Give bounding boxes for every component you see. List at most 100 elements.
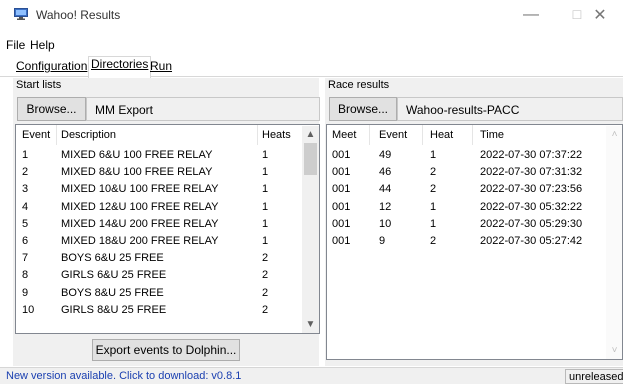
column-header-meet[interactable]: Meet: [332, 125, 356, 145]
event-cell: 4: [22, 200, 29, 213]
start-lists-table[interactable]: Event Description Heats 1 MIXED 6&U 100 F…: [15, 124, 320, 334]
event-cell: 8: [22, 269, 29, 282]
description-cell: GIRLS 6&U 25 FREE: [61, 269, 167, 282]
start-lists-scrollbar[interactable]: ▲ ▼: [302, 126, 319, 333]
table-row[interactable]: 2 MIXED 8&U 100 FREE RELAY 1: [16, 164, 319, 181]
table-row[interactable]: 9 BOYS 8&U 25 FREE 2: [16, 285, 319, 302]
event-cell: 12: [379, 200, 392, 213]
heat-cell: 1: [430, 149, 437, 161]
table-row[interactable]: 001 49 1 2022-07-30 07:37:22: [327, 147, 622, 164]
heats-cell: 2: [262, 269, 269, 282]
column-divider[interactable]: [257, 125, 258, 145]
minimize-icon: —: [523, 6, 539, 23]
table-row[interactable]: 001 10 1 2022-07-30 05:29:30: [327, 216, 622, 233]
meet-cell: 001: [332, 200, 351, 213]
menu-file[interactable]: File: [6, 38, 25, 52]
column-divider[interactable]: [56, 125, 57, 145]
start-lists-path-field[interactable]: MM Export: [86, 97, 320, 121]
start-lists-browse-button[interactable]: Browse...: [17, 97, 86, 121]
event-cell: 6: [22, 235, 29, 247]
column-divider[interactable]: [472, 125, 473, 145]
race-results-path-field[interactable]: Wahoo-results-PACC: [397, 97, 623, 121]
meet-cell: 001: [332, 235, 351, 247]
column-header-event[interactable]: Event: [379, 125, 407, 145]
time-cell: 2022-07-30 07:31:32: [480, 166, 583, 179]
heats-cell: 1: [262, 183, 269, 196]
race-results-header: Meet Event Heat Time: [327, 125, 622, 145]
column-header-time[interactable]: Time: [480, 125, 504, 145]
heat-cell: 1: [430, 200, 437, 213]
column-header-heats[interactable]: Heats: [262, 125, 291, 145]
race-results-scrollbar[interactable]: ˄ ˅: [606, 126, 622, 359]
event-cell: 9: [22, 286, 29, 299]
menu-help[interactable]: Help: [30, 38, 55, 52]
column-header-heat[interactable]: Heat: [430, 125, 453, 145]
race-results-label: Race results: [328, 79, 390, 91]
description-cell: MIXED 18&U 200 FREE RELAY: [61, 235, 219, 247]
column-divider[interactable]: [422, 125, 423, 145]
start-lists-label: Start lists: [16, 79, 62, 91]
status-bar: New version available. Click to download…: [0, 367, 623, 384]
tab-configuration[interactable]: Configuration: [14, 59, 89, 76]
heats-cell: 1: [262, 217, 269, 230]
chevron-up-icon[interactable]: ˄: [606, 126, 622, 143]
event-cell: 49: [379, 149, 392, 161]
event-cell: 10: [379, 217, 392, 230]
update-available-link[interactable]: New version available. Click to download…: [6, 368, 241, 384]
time-cell: 2022-07-30 07:37:22: [480, 149, 583, 161]
heat-cell: 1: [430, 217, 437, 230]
table-row[interactable]: 5 MIXED 14&U 200 FREE RELAY 1: [16, 216, 319, 233]
close-icon: ✕: [593, 7, 607, 24]
description-cell: MIXED 10&U 100 FREE RELAY: [61, 183, 219, 196]
heats-cell: 1: [262, 149, 269, 161]
table-row[interactable]: 3 MIXED 10&U 100 FREE RELAY 1: [16, 181, 319, 198]
heats-cell: 2: [262, 286, 269, 299]
event-cell: 44: [379, 183, 392, 196]
scrollbar-thumb[interactable]: [304, 143, 317, 175]
title-bar[interactable]: Wahoo! Results — ☐ ✕: [0, 0, 623, 30]
time-cell: 2022-07-30 07:23:56: [480, 183, 583, 196]
chevron-up-icon[interactable]: ▲: [302, 126, 319, 143]
heats-cell: 2: [262, 252, 269, 265]
heat-cell: 2: [430, 235, 437, 247]
heats-cell: 1: [262, 235, 269, 247]
tab-directories[interactable]: Directories: [88, 56, 152, 79]
tab-run[interactable]: Run: [148, 59, 174, 76]
table-row[interactable]: 001 44 2 2022-07-30 07:23:56: [327, 181, 622, 198]
column-divider[interactable]: [369, 125, 370, 145]
event-cell: 5: [22, 217, 29, 230]
table-row[interactable]: 001 9 2 2022-07-30 05:27:42: [327, 233, 622, 250]
meet-cell: 001: [332, 149, 351, 161]
table-row[interactable]: 7 BOYS 6&U 25 FREE 2: [16, 250, 319, 267]
race-results-browse-button[interactable]: Browse...: [329, 97, 397, 121]
heats-cell: 1: [262, 200, 269, 213]
minimize-button[interactable]: —: [508, 0, 554, 30]
export-to-dolphin-button[interactable]: Export events to Dolphin...: [92, 339, 240, 361]
meet-cell: 001: [332, 217, 351, 230]
description-cell: BOYS 6&U 25 FREE: [61, 252, 164, 265]
table-row[interactable]: 8 GIRLS 6&U 25 FREE 2: [16, 267, 319, 284]
description-cell: MIXED 14&U 200 FREE RELAY: [61, 217, 219, 230]
time-cell: 2022-07-30 05:27:42: [480, 235, 583, 247]
description-cell: GIRLS 8&U 25 FREE: [61, 303, 167, 316]
column-header-event[interactable]: Event: [22, 125, 50, 145]
chevron-down-icon[interactable]: ▼: [302, 316, 319, 333]
table-row[interactable]: 1 MIXED 6&U 100 FREE RELAY 1: [16, 147, 319, 164]
heats-cell: 2: [262, 303, 269, 316]
table-row[interactable]: 6 MIXED 18&U 200 FREE RELAY 1: [16, 233, 319, 250]
table-row[interactable]: 10 GIRLS 8&U 25 FREE 2: [16, 302, 319, 319]
time-cell: 2022-07-30 05:29:30: [480, 217, 583, 230]
chevron-down-icon[interactable]: ˅: [606, 342, 622, 359]
race-results-table[interactable]: Meet Event Heat Time 001 49 1 2022-07-30 07…: [326, 124, 623, 360]
table-row[interactable]: 001 46 2 2022-07-30 07:31:32: [327, 164, 622, 181]
window-title: Wahoo! Results: [36, 8, 121, 22]
column-header-description[interactable]: Description: [61, 125, 116, 145]
event-cell: 10: [22, 303, 35, 316]
description-cell: MIXED 12&U 100 FREE RELAY: [61, 200, 219, 213]
table-row[interactable]: 4 MIXED 12&U 100 FREE RELAY 1: [16, 199, 319, 216]
event-cell: 7: [22, 252, 29, 265]
description-cell: MIXED 8&U 100 FREE RELAY: [61, 166, 213, 179]
monitor-icon: [14, 8, 28, 20]
table-row[interactable]: 001 12 1 2022-07-30 05:32:22: [327, 199, 622, 216]
close-button[interactable]: ✕: [577, 0, 623, 30]
